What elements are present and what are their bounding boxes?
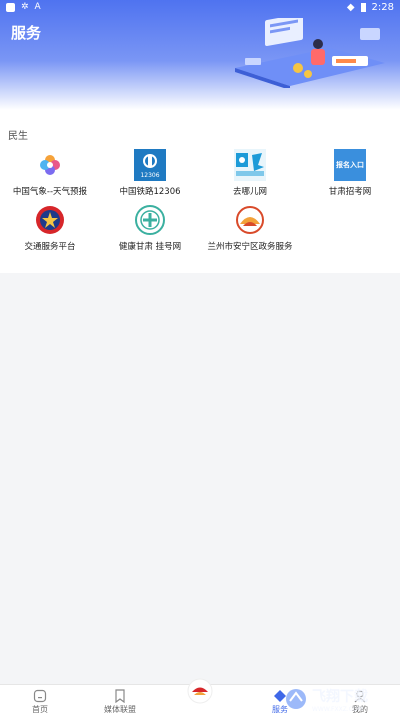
service-railway[interactable]: 12306 中国铁路12306 [100, 148, 200, 197]
gansu-exam-badge: 报名入口 [334, 149, 366, 181]
status-time: 2:28 [371, 1, 394, 13]
service-gansu-exam[interactable]: 报名入口 甘肃招考网 [300, 148, 400, 197]
service-weather[interactable]: 中国气象--天气预报 [0, 148, 100, 197]
watermark-sub: WWW.FXXZ.COM [312, 705, 363, 713]
section-title: 民生 [8, 131, 28, 142]
watermark-text: 飞翔下载 [312, 688, 368, 705]
gansu-exam-icon: 报名入口 [333, 148, 367, 182]
tab-media[interactable]: 媒体联盟 [80, 685, 160, 716]
settings-icon: ✲ [21, 2, 29, 12]
service-anning[interactable]: 兰州市安宁区政务服务 [200, 203, 300, 252]
center-emblem-icon [160, 678, 240, 704]
health-gansu-icon [133, 203, 167, 237]
police-emblem-icon [33, 203, 67, 237]
service-label: 健康甘肃 挂号网 [118, 242, 182, 252]
svg-text:12306: 12306 [140, 172, 159, 179]
battery-icon [360, 2, 366, 12]
tab-media-label: 媒体联盟 [104, 705, 136, 714]
service-label: 交通服务平台 [24, 242, 76, 252]
service-health[interactable]: 健康甘肃 挂号网 [100, 203, 200, 252]
page-title: 服务 [11, 24, 42, 42]
qunar-icon [233, 148, 267, 182]
weather-pinwheel-icon [33, 148, 67, 182]
notification-icon [6, 2, 15, 12]
service-label: 兰州市安宁区政务服务 [207, 242, 293, 252]
service-label: 中国气象--天气预报 [12, 187, 88, 197]
watermark-logo-icon [286, 689, 306, 709]
header-illustration [235, 18, 385, 88]
railway-12306-icon: 12306 [133, 148, 167, 182]
service-traffic[interactable]: 交通服务平台 [0, 203, 100, 252]
tab-home[interactable]: 首页 [0, 685, 80, 716]
tab-home-label: 首页 [32, 705, 48, 714]
header-background: 服务 [0, 0, 400, 110]
watermark: 飞翔下载 WWW.FXXZ.COM [284, 685, 394, 713]
wifi-icon: ◆ [346, 1, 355, 13]
anning-government-icon [233, 203, 267, 237]
status-bar: ✲ A ◆ 2:28 [0, 0, 400, 14]
app-icon: A [34, 2, 41, 12]
service-label: 中国铁路12306 [119, 187, 181, 197]
services-card: 民生 中国气象--天气预报 12306 中国铁路12306 去哪儿网 报名入口 … [0, 110, 400, 273]
home-icon [0, 688, 80, 704]
bookmark-icon [80, 688, 160, 704]
service-qunar[interactable]: 去哪儿网 [200, 148, 300, 197]
service-label: 去哪儿网 [232, 187, 267, 197]
tab-center[interactable] [160, 678, 240, 716]
service-label: 甘肃招考网 [328, 187, 372, 197]
